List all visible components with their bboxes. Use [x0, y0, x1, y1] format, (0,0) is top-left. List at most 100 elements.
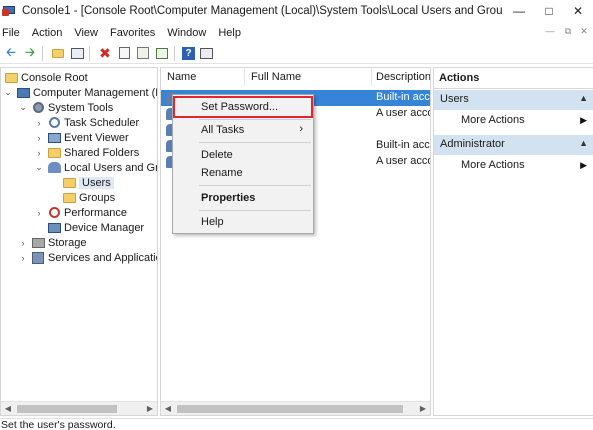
- expand-arrow-icon[interactable]: ›: [34, 148, 44, 158]
- tree-node-computer-management[interactable]: ⌄ Computer Management (Lo: [3, 85, 158, 100]
- column-divider[interactable]: [371, 68, 372, 86]
- tree-label: System Tools: [48, 101, 114, 114]
- menu-view[interactable]: View: [68, 27, 104, 39]
- column-header-name[interactable]: Name: [167, 71, 196, 83]
- tree-node-event-viewer[interactable]: › Event Viewer: [34, 130, 129, 145]
- mdi-minimize-icon[interactable]: —: [545, 26, 555, 36]
- show-hide-tree-icon[interactable]: [69, 45, 85, 61]
- system-tools-icon: [31, 101, 45, 114]
- expand-arrow-icon[interactable]: ›: [18, 238, 28, 248]
- tree-node-shared-folders[interactable]: › Shared Folders: [34, 145, 140, 160]
- menu-file[interactable]: File: [0, 27, 26, 39]
- menu-item-delete[interactable]: Delete: [173, 146, 313, 164]
- export-list-icon[interactable]: [154, 45, 170, 61]
- menu-item-rename[interactable]: Rename: [173, 164, 313, 182]
- collapse-arrow-icon[interactable]: ⌄: [34, 162, 44, 173]
- up-folder-icon[interactable]: [50, 45, 66, 61]
- menu-separator: [199, 210, 311, 211]
- scroll-left-icon[interactable]: ◀: [161, 404, 175, 413]
- tree-node-groups[interactable]: Groups: [59, 190, 115, 205]
- refresh-icon[interactable]: [135, 45, 151, 61]
- menu-action[interactable]: Action: [26, 27, 69, 39]
- users-more-actions[interactable]: More Actions ▶: [434, 111, 593, 131]
- menu-help[interactable]: Help: [212, 27, 247, 39]
- tree-node-task-scheduler[interactable]: › Task Scheduler: [34, 115, 140, 130]
- expand-arrow-icon[interactable]: ›: [34, 133, 44, 143]
- maximize-button[interactable]: □: [534, 0, 564, 22]
- tree-horizontal-scrollbar[interactable]: ◀ ▶: [1, 401, 157, 415]
- collapse-arrow-icon[interactable]: ⌄: [3, 87, 13, 98]
- tree-label: Users: [79, 176, 114, 189]
- toolbar-separator: [174, 45, 175, 61]
- shared-folder-icon: [47, 146, 61, 159]
- tree-node-system-tools[interactable]: ⌄ System Tools: [18, 100, 113, 115]
- actions-title: Actions: [434, 68, 593, 89]
- console-tree-pane: Console Root ⌄ Computer Management (Lo ⌄…: [0, 67, 158, 416]
- tree-label: Storage: [48, 236, 87, 249]
- list-header: Name Full Name Description: [161, 68, 430, 86]
- tree-node-device-manager[interactable]: Device Manager: [44, 220, 144, 235]
- expand-arrow-icon[interactable]: ›: [18, 253, 28, 263]
- row-description: A user acco: [376, 155, 431, 167]
- delete-icon[interactable]: ✖: [97, 45, 113, 61]
- mdi-close-icon[interactable]: ✕: [579, 26, 589, 36]
- menu-separator: [199, 119, 311, 120]
- actions-section-users[interactable]: Users ▲: [434, 90, 593, 110]
- action-label: More Actions: [461, 159, 525, 171]
- column-divider[interactable]: [244, 68, 245, 86]
- tree-node-services-applications[interactable]: › Services and Application: [18, 250, 158, 265]
- expand-arrow-icon[interactable]: ›: [34, 208, 44, 218]
- tree-node-users[interactable]: Users: [59, 175, 114, 190]
- help-icon[interactable]: ?: [182, 46, 195, 60]
- expand-arrow-icon[interactable]: ›: [34, 118, 44, 128]
- submenu-arrow-icon: ▶: [580, 160, 587, 170]
- menu-separator: [199, 142, 311, 143]
- properties-icon[interactable]: [116, 45, 132, 61]
- forward-arrow-icon[interactable]: 🡢: [22, 45, 38, 61]
- menu-favorites[interactable]: Favorites: [104, 27, 161, 39]
- scroll-right-icon[interactable]: ▶: [143, 404, 157, 413]
- menu-item-properties[interactable]: Properties: [173, 189, 313, 207]
- tree-node-performance[interactable]: › Performance: [34, 205, 127, 220]
- collapse-arrow-icon[interactable]: ⌄: [18, 102, 28, 113]
- tree-label: Device Manager: [64, 221, 145, 234]
- menu-item-all-tasks[interactable]: All Tasks ›: [173, 121, 313, 139]
- minimize-button[interactable]: —: [504, 0, 534, 22]
- window-title: Console1 - [Console Root\Computer Manage…: [22, 5, 502, 17]
- clock-icon: [47, 116, 61, 129]
- toolbar-separator: [89, 45, 90, 61]
- mdi-restore-icon[interactable]: ⧉: [563, 26, 573, 36]
- tree-label: Computer Management (Lo: [33, 86, 158, 99]
- submenu-arrow-icon: ▶: [580, 115, 587, 125]
- tree-node-local-users-groups[interactable]: ⌄ Local Users and Grou: [34, 160, 157, 175]
- tree-node-storage[interactable]: › Storage: [18, 235, 87, 250]
- scroll-right-icon[interactable]: ▶: [416, 404, 430, 413]
- scroll-left-icon[interactable]: ◀: [1, 404, 15, 413]
- menu-bar: File Action View Favorites Window Help: [0, 23, 593, 42]
- device-manager-icon: [47, 221, 61, 234]
- column-header-description[interactable]: Description: [376, 71, 430, 83]
- menu-item-help[interactable]: Help: [173, 213, 313, 231]
- column-header-full-name[interactable]: Full Name: [251, 71, 301, 83]
- close-button[interactable]: ✕: [563, 0, 593, 22]
- row-description: A user acco: [376, 107, 431, 119]
- services-icon: [31, 251, 45, 264]
- action-pane-icon[interactable]: [198, 45, 214, 61]
- list-horizontal-scrollbar[interactable]: ◀ ▶: [161, 401, 430, 415]
- actions-section-administrator[interactable]: Administrator ▲: [434, 135, 593, 155]
- tree-node-console-root[interactable]: Console Root: [1, 70, 88, 85]
- folder-icon: [4, 71, 18, 84]
- scroll-thumb[interactable]: [177, 404, 403, 413]
- back-arrow-icon[interactable]: 🡠: [3, 45, 19, 61]
- tree-label: Shared Folders: [64, 146, 140, 159]
- menu-separator: [199, 185, 311, 186]
- tree-label: Services and Application: [48, 251, 158, 264]
- folder-icon: [62, 176, 76, 189]
- action-label: More Actions: [461, 114, 525, 126]
- event-viewer-icon: [47, 131, 61, 144]
- administrator-more-actions[interactable]: More Actions ▶: [434, 156, 593, 176]
- scroll-thumb[interactable]: [17, 404, 117, 413]
- collapse-up-icon[interactable]: ▲: [579, 138, 588, 148]
- collapse-up-icon[interactable]: ▲: [579, 93, 588, 103]
- menu-window[interactable]: Window: [161, 27, 212, 39]
